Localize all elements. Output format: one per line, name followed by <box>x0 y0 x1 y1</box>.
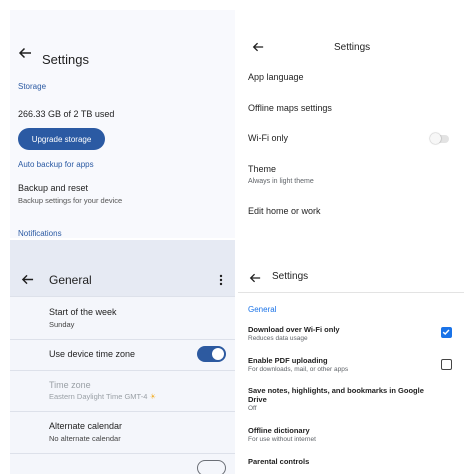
storage-section-header: Storage <box>18 82 47 91</box>
divider <box>10 370 235 371</box>
divider <box>238 292 464 293</box>
more-vert-icon[interactable] <box>215 272 227 288</box>
backup-title: Backup and reset <box>18 183 89 193</box>
divider <box>10 411 235 412</box>
wifi-only-item: Wi-Fi only <box>248 133 288 143</box>
drive-settings-panel: Settings Storage 266.33 GB of 2 TB used … <box>10 10 235 238</box>
save-notes-drive-value: Off <box>248 405 257 412</box>
back-arrow-icon[interactable] <box>247 270 263 286</box>
back-arrow-icon[interactable] <box>250 39 266 55</box>
backup-and-reset-item[interactable]: Backup and reset Backup settings for you… <box>18 183 122 205</box>
wifi-only-toggle[interactable] <box>430 133 449 144</box>
storage-usage: 266.33 GB of 2 TB used <box>18 109 115 119</box>
app-bar <box>10 240 235 296</box>
offline-dictionary-sub: For use without internet <box>248 436 316 443</box>
upgrade-storage-button[interactable]: Upgrade storage <box>18 128 105 150</box>
time-zone-value: Eastern Daylight Time GMT-4 ☀ <box>49 392 156 401</box>
time-zone-value-text: Eastern Daylight Time GMT-4 <box>49 392 148 401</box>
page-title: Settings <box>334 42 371 53</box>
maps-settings-panel: Settings App language Offline maps setti… <box>238 34 464 230</box>
download-wifi-only-item: Download over Wi-Fi only <box>248 325 340 334</box>
partial-toggle[interactable] <box>197 460 226 474</box>
back-arrow-icon[interactable] <box>19 271 35 287</box>
alternate-calendar-value: No alternate calendar <box>49 434 121 443</box>
divider <box>10 339 235 340</box>
page-title: Settings <box>42 52 89 67</box>
page-title: Settings <box>272 271 309 282</box>
backup-subtitle: Backup settings for your device <box>18 196 123 205</box>
start-of-week-value: Sunday <box>49 320 75 329</box>
edit-home-work-item[interactable]: Edit home or work <box>248 206 321 216</box>
back-arrow-icon[interactable] <box>16 44 34 62</box>
enable-pdf-uploading-item: Enable PDF uploading <box>248 356 328 365</box>
download-wifi-only-checkbox[interactable] <box>441 327 452 338</box>
sun-icon: ☀ <box>149 392 157 401</box>
offline-maps-settings-item[interactable]: Offline maps settings <box>248 103 332 113</box>
auto-backup-section-header: Auto backup for apps <box>18 160 94 169</box>
page-title: General <box>49 273 92 287</box>
start-of-week-item[interactable]: Start of the week <box>49 307 117 317</box>
enable-pdf-uploading-sub: For downloads, mail, or other apps <box>248 366 349 373</box>
general-section-header: General <box>248 305 277 314</box>
toggle-thumb <box>212 348 224 360</box>
theme-item[interactable]: Theme <box>248 164 276 174</box>
save-notes-drive-item[interactable]: Save notes, highlights, and bookmarks in… <box>248 386 428 404</box>
theme-value: Always in light theme <box>248 178 314 185</box>
divider <box>10 453 235 454</box>
books-settings-panel: Settings General Download over Wi-Fi onl… <box>238 262 464 474</box>
time-zone-item: Time zone <box>49 380 91 390</box>
divider <box>10 296 235 297</box>
download-wifi-only-sub: Reduces data usage <box>248 335 308 342</box>
alternate-calendar-item[interactable]: Alternate calendar <box>49 421 122 431</box>
offline-dictionary-item[interactable]: Offline dictionary <box>248 426 310 435</box>
app-language-item[interactable]: App language <box>248 72 304 82</box>
enable-pdf-uploading-checkbox[interactable] <box>441 359 452 370</box>
parental-controls-item[interactable]: Parental controls <box>248 457 309 466</box>
device-time-zone-toggle[interactable] <box>197 346 226 362</box>
calendar-general-panel: General Start of the week Sunday Use dev… <box>10 240 235 474</box>
use-device-time-zone-item: Use device time zone <box>49 349 136 359</box>
toggle-thumb <box>430 133 441 144</box>
notifications-section-header: Notifications <box>18 229 62 238</box>
